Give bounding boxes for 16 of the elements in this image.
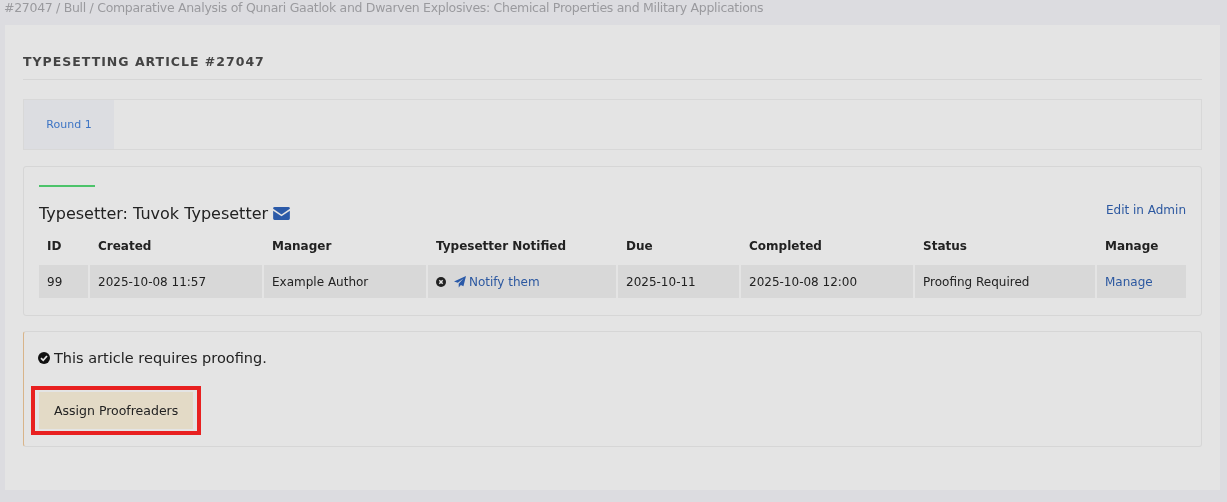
typesetter-heading: Typesetter: Tuvok Typesetter [39,204,269,223]
table-cell: 2025-10-08 11:57 [90,265,262,298]
paper-plane-icon[interactable] [454,275,466,288]
envelope-icon[interactable] [273,207,291,220]
table-cell: 99 [39,265,88,298]
table-cell: Proofing Required [915,265,1095,298]
check-circle-icon [38,352,50,364]
table-cell: 2025-10-11 [618,265,739,298]
assign-proofreaders-button[interactable]: Assign Proofreaders [39,392,194,429]
table-cell: 2025-10-08 12:00 [741,265,913,298]
notice-message: This article requires proofing. [54,350,267,366]
edit-in-admin-link[interactable]: Edit in Admin [1105,203,1186,217]
breadcrumb: #27047 / Bull / Comparative Analysis of Qunari Gaatlok and Dwarven Explosives: Chemical Properties and Military Applications [3,0,765,17]
page-title: TYPESETTING ARTICLE #27047 [23,54,265,69]
tab[interactable]: Round 1 [24,100,114,149]
table-cell: Example Author [264,265,426,298]
